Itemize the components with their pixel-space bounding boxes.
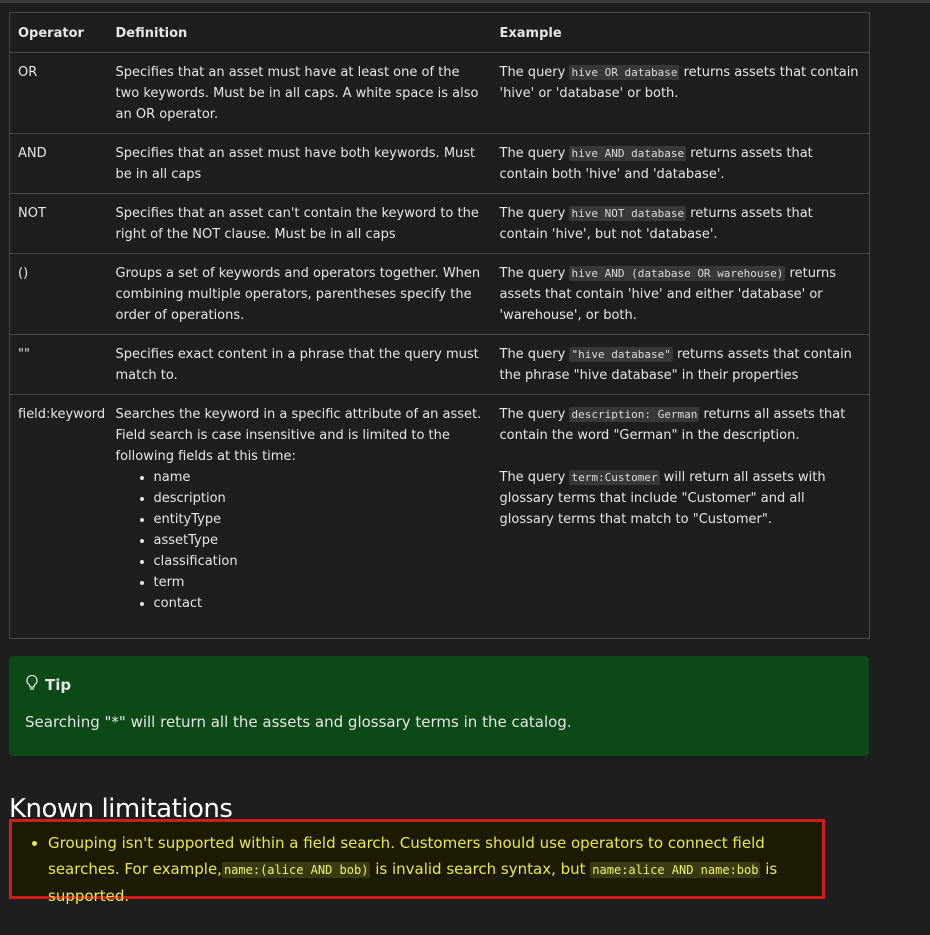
table-row: AND Specifies that an asset must have bo… xyxy=(9,133,870,194)
header-example: Example xyxy=(491,12,870,53)
query-code: hive NOT database xyxy=(569,206,687,221)
top-divider xyxy=(0,0,930,3)
example-cell: The query description: German returns al… xyxy=(491,394,870,639)
example-cell: The query hive OR database returns asset… xyxy=(491,52,870,134)
list-item: term xyxy=(154,572,484,593)
table-row: NOT Specifies that an asset can't contai… xyxy=(9,193,870,254)
table-row: "" Specifies exact content in a phrase t… xyxy=(9,334,870,395)
limitation-highlight: Grouping isn't supported within a field … xyxy=(9,819,825,905)
content-area: Operator Definition Example OR Specifies… xyxy=(9,12,870,824)
header-operator: Operator xyxy=(9,12,108,53)
tip-callout: Tip Searching "*" will return all the as… xyxy=(9,656,869,756)
list-item: description xyxy=(154,488,484,509)
tip-title: Tip xyxy=(25,674,853,695)
definition-cell: Specifies that an asset must have at lea… xyxy=(107,52,492,134)
lightbulb-icon xyxy=(25,674,39,695)
list-item: entityType xyxy=(154,509,484,530)
operators-table: Operator Definition Example OR Specifies… xyxy=(9,12,870,639)
definition-cell: Specifies that an asset must have both k… xyxy=(107,133,492,194)
list-item: name xyxy=(154,467,484,488)
example-cell: The query "hive database" returns assets… xyxy=(491,334,870,395)
table-header-row: Operator Definition Example xyxy=(9,12,870,53)
query-code: hive AND (database OR warehouse) xyxy=(569,266,786,281)
list-item: contact xyxy=(154,593,484,614)
example-cell: The query hive AND (database OR warehous… xyxy=(491,253,870,335)
table-row: () Groups a set of keywords and operator… xyxy=(9,253,870,335)
invalid-syntax-code: name:(alice AND bob) xyxy=(221,862,371,878)
definition-cell: Specifies that an asset can't contain th… xyxy=(107,193,492,254)
query-code: "hive database" xyxy=(569,347,673,362)
definition-cell: Specifies exact content in a phrase that… xyxy=(107,334,492,395)
list-item: classification xyxy=(154,551,484,572)
valid-syntax-code: name:alice AND name:bob xyxy=(590,862,761,878)
operator-cell: NOT xyxy=(9,193,108,254)
table-row: OR Specifies that an asset must have at … xyxy=(9,52,870,134)
query-code: hive OR database xyxy=(569,65,680,80)
example-cell: The query hive AND database returns asse… xyxy=(491,133,870,194)
example-cell: The query hive NOT database returns asse… xyxy=(491,193,870,254)
list-item: assetType xyxy=(154,530,484,551)
field-list: name description entityType assetType cl… xyxy=(116,467,484,614)
header-definition: Definition xyxy=(107,12,492,53)
operator-cell: field:keyword xyxy=(9,394,108,639)
query-code: term:Customer xyxy=(569,470,660,485)
list-item: Grouping isn't supported within a field … xyxy=(48,830,808,909)
definition-text: Searches the keyword in a specific attri… xyxy=(115,407,482,464)
limitation-list: Grouping isn't supported within a field … xyxy=(26,830,808,909)
definition-cell: Searches the keyword in a specific attri… xyxy=(107,394,492,639)
query-code: hive AND database xyxy=(569,146,687,161)
example-paragraph: The query term:Customer will return all … xyxy=(499,470,826,527)
table-row: field:keyword Searches the keyword in a … xyxy=(9,394,870,639)
definition-cell: Groups a set of keywords and operators t… xyxy=(107,253,492,335)
example-paragraph: The query description: German returns al… xyxy=(499,407,846,443)
operator-cell: AND xyxy=(9,133,108,194)
operator-cell: OR xyxy=(9,52,108,134)
operator-cell: "" xyxy=(9,334,108,395)
query-code: description: German xyxy=(569,407,700,422)
tip-text: Searching "*" will return all the assets… xyxy=(25,713,572,731)
operator-cell: () xyxy=(9,253,108,335)
